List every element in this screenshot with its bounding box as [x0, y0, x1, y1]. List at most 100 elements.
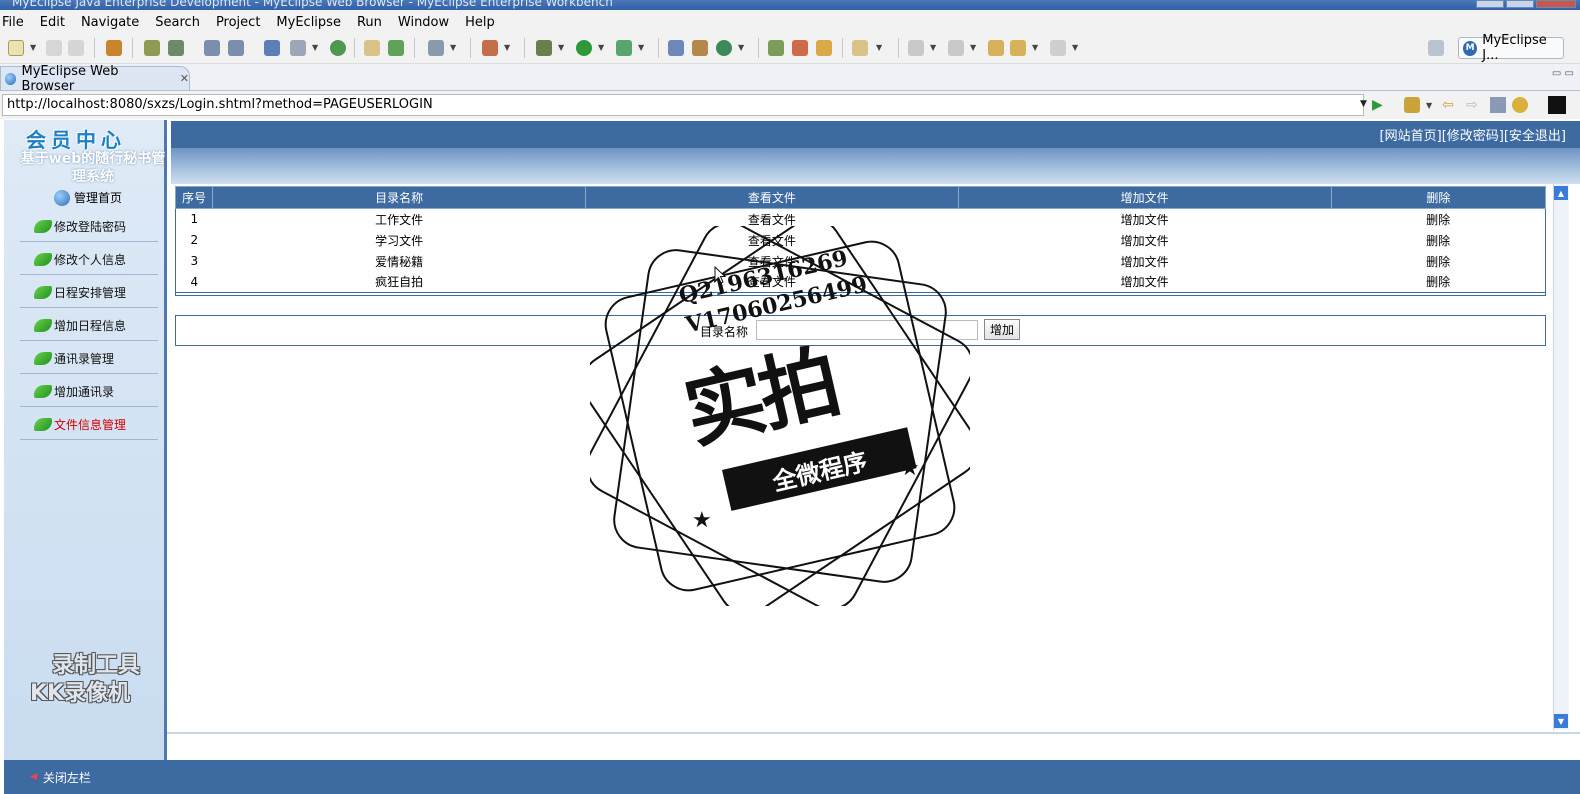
- browser-back-icon[interactable]: ⇦: [1442, 97, 1458, 113]
- folder-icon[interactable]: [364, 40, 380, 56]
- open-folder-dropdown-icon[interactable]: ▼: [876, 43, 882, 52]
- header-links: [网站首页][修改密码][安全退出]: [1380, 125, 1566, 144]
- sidebar-item-file-management[interactable]: 文件信息管理: [20, 410, 158, 440]
- search-tool-icon[interactable]: [228, 40, 244, 56]
- editor-tab-web-browser[interactable]: MyEclipse Web Browser ✕: [0, 64, 190, 94]
- menu-help[interactable]: Help: [457, 15, 503, 30]
- wizard-icon[interactable]: [204, 40, 220, 56]
- screenshot-dropdown-icon[interactable]: ▼: [450, 43, 456, 52]
- link-change-password[interactable]: [修改密码]: [1442, 129, 1504, 144]
- column-header-view-files: 查看文件: [585, 186, 959, 209]
- maximize-window-button[interactable]: [1506, 0, 1534, 8]
- external-tools-icon[interactable]: [616, 40, 632, 56]
- next-annotation-icon[interactable]: [908, 40, 924, 56]
- server-icon[interactable]: [168, 40, 184, 56]
- screenshot-icon[interactable]: [428, 40, 444, 56]
- launch-icon[interactable]: [792, 40, 808, 56]
- open-type-icon[interactable]: [816, 40, 832, 56]
- view-files-link[interactable]: 查看文件: [586, 230, 958, 251]
- previous-annotation-dropdown-icon[interactable]: ▼: [970, 43, 976, 52]
- refresh-project-icon[interactable]: [716, 40, 732, 56]
- favorites-icon[interactable]: [1404, 97, 1420, 113]
- scroll-down-icon[interactable]: ▼: [1554, 714, 1568, 728]
- deploy-icon[interactable]: [264, 40, 280, 56]
- favorites-dropdown-icon[interactable]: ▼: [1426, 101, 1432, 110]
- sidebar-item-add-schedule[interactable]: 增加日程信息: [20, 311, 158, 341]
- external-tools-dropdown-icon[interactable]: ▼: [638, 43, 644, 52]
- minimize-window-button[interactable]: [1476, 0, 1504, 8]
- run-icon[interactable]: [576, 40, 592, 56]
- delete-link[interactable]: 删除: [1331, 209, 1545, 230]
- open-perspective-icon[interactable]: [768, 40, 784, 56]
- menu-navigate[interactable]: Navigate: [73, 15, 147, 30]
- back-icon[interactable]: [1010, 40, 1026, 56]
- bug-icon[interactable]: [144, 40, 160, 56]
- delete-link[interactable]: 删除: [1331, 251, 1545, 272]
- add-file-link[interactable]: 增加文件: [958, 251, 1331, 272]
- menu-project[interactable]: Project: [208, 15, 268, 30]
- back-dropdown-icon[interactable]: ▼: [1032, 43, 1038, 52]
- document-dropdown-icon[interactable]: ▼: [312, 43, 318, 52]
- link-site-home[interactable]: [网站首页]: [1380, 129, 1442, 144]
- sidebar-item-edit-profile[interactable]: 修改个人信息: [20, 245, 158, 275]
- debug-icon[interactable]: [536, 40, 552, 56]
- add-file-link[interactable]: 增加文件: [958, 209, 1331, 230]
- menu-myeclipse[interactable]: MyEclipse: [268, 15, 349, 30]
- view-files-link[interactable]: 查看文件: [586, 209, 958, 230]
- run-dropdown-icon[interactable]: ▼: [598, 43, 604, 52]
- vertical-scrollbar[interactable]: [1553, 184, 1569, 730]
- sidebar-item-schedule-management[interactable]: 日程安排管理: [20, 278, 158, 308]
- delete-link[interactable]: 删除: [1331, 230, 1545, 251]
- menu-file[interactable]: File: [0, 15, 32, 30]
- open-folder-icon[interactable]: [852, 40, 868, 56]
- close-tab-icon[interactable]: ✕: [180, 72, 189, 85]
- toolbar-separator: [414, 38, 415, 58]
- new-file-icon[interactable]: [8, 40, 24, 56]
- close-window-button[interactable]: [1536, 0, 1576, 8]
- forward-dropdown-icon[interactable]: ▼: [1072, 43, 1078, 52]
- add-directory-button[interactable]: 增加: [984, 319, 1020, 340]
- console-icon[interactable]: [1548, 96, 1566, 114]
- stop-icon[interactable]: [1490, 97, 1506, 113]
- new-package-icon[interactable]: [692, 40, 708, 56]
- last-edit-icon[interactable]: [988, 40, 1004, 56]
- globe-icon[interactable]: [330, 40, 346, 56]
- view-min-max-icons[interactable]: ▭ ▭: [1552, 68, 1574, 79]
- go-icon[interactable]: ▶: [1372, 97, 1388, 113]
- new-dropdown-icon[interactable]: ▼: [30, 43, 36, 52]
- add-file-link[interactable]: 增加文件: [958, 230, 1331, 251]
- perspective-button[interactable]: M MyEclipse J...: [1458, 33, 1564, 63]
- document-icon[interactable]: [290, 40, 306, 56]
- url-input[interactable]: http://localhost:8080/sxzs/Login.shtml?m…: [2, 94, 1364, 116]
- forward-icon[interactable]: [1050, 40, 1066, 56]
- debug-dropdown-icon[interactable]: ▼: [558, 43, 564, 52]
- previous-annotation-icon[interactable]: [948, 40, 964, 56]
- browser-refresh-icon[interactable]: [1512, 97, 1528, 113]
- browser-forward-icon[interactable]: ⇨: [1466, 97, 1482, 113]
- print-icon[interactable]: [68, 40, 84, 56]
- url-history-dropdown-icon[interactable]: ▼: [1360, 99, 1367, 109]
- sidebar-item-change-login-password[interactable]: 修改登陆密码: [20, 212, 158, 242]
- sidebar-item-add-contact[interactable]: 增加通讯录: [20, 377, 158, 407]
- scroll-up-icon[interactable]: ▲: [1554, 186, 1568, 200]
- menu-edit[interactable]: Edit: [32, 15, 73, 30]
- star-icon: ★: [692, 508, 712, 533]
- import-icon[interactable]: [388, 40, 404, 56]
- sidebar-item-contacts-management[interactable]: 通讯录管理: [20, 344, 158, 374]
- menu-search[interactable]: Search: [147, 15, 208, 30]
- menu-window[interactable]: Window: [390, 15, 457, 30]
- close-sidebar-link[interactable]: 关闭左栏: [43, 769, 91, 786]
- sidebar-home[interactable]: 管理首页: [54, 189, 122, 206]
- add-file-link[interactable]: 增加文件: [958, 272, 1331, 293]
- package-icon[interactable]: [106, 40, 122, 56]
- delete-link[interactable]: 删除: [1331, 272, 1545, 293]
- next-annotation-dropdown-icon[interactable]: ▼: [930, 43, 936, 52]
- link-logout[interactable]: [安全退出]: [1504, 129, 1566, 144]
- menu-run[interactable]: Run: [349, 15, 390, 30]
- save-icon[interactable]: [46, 40, 62, 56]
- new-class-icon[interactable]: [668, 40, 684, 56]
- build-dropdown-icon[interactable]: ▼: [504, 43, 510, 52]
- open-perspective-button-icon[interactable]: [1428, 40, 1444, 56]
- refresh-dropdown-icon[interactable]: ▼: [738, 43, 744, 52]
- build-icon[interactable]: [482, 40, 498, 56]
